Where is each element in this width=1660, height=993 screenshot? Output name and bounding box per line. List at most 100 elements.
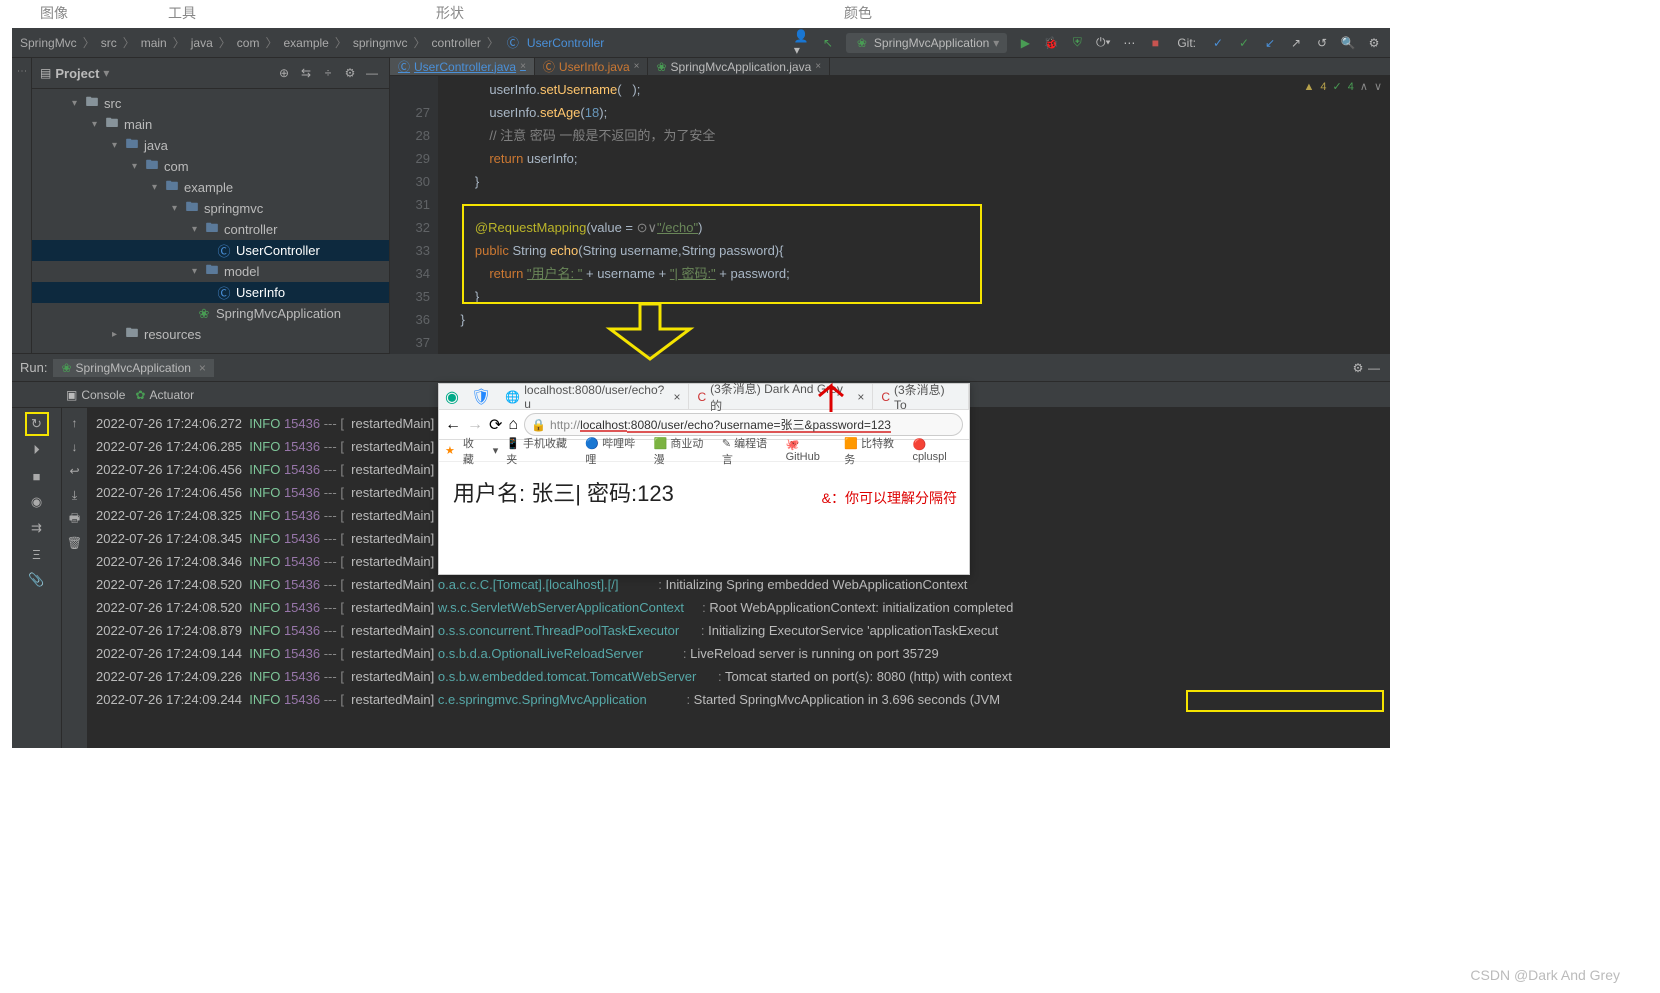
user-icon[interactable]: 👤▾ — [794, 35, 810, 51]
crumb-src[interactable]: src — [101, 36, 117, 50]
hammer-icon[interactable]: ↖ — [820, 35, 836, 51]
tree-model[interactable]: ▾🖿model — [32, 261, 389, 282]
print-icon[interactable]: 🖶 — [66, 510, 84, 528]
filter-icon[interactable]: Ξ — [27, 544, 47, 564]
gear-icon[interactable]: ⚙ — [341, 64, 359, 82]
tree-resources[interactable]: ▸🖿resources — [32, 324, 389, 345]
address-bar[interactable]: 🔒 http://localhost:8080/user/echo?userna… — [524, 413, 963, 436]
crumb-com[interactable]: com — [237, 36, 260, 50]
crumb-class[interactable]: UserController — [527, 36, 604, 50]
close-icon[interactable]: × — [815, 61, 821, 72]
tree-java[interactable]: ▾🖿java — [32, 135, 389, 156]
run-button[interactable]: ▶ — [1017, 35, 1033, 51]
warning-icon[interactable]: ▲ — [1304, 81, 1315, 93]
shield-icon[interactable]: 🛡 — [465, 387, 497, 407]
search-icon[interactable]: 🔍 — [1340, 35, 1356, 51]
close-icon[interactable]: × — [673, 390, 680, 404]
host-toolbar: 图像 工具 形状 颜色 — [0, 0, 1660, 26]
tree-springmvc[interactable]: ▾🖿springmvc — [32, 198, 389, 219]
collapse-icon[interactable]: ÷ — [319, 64, 337, 82]
vcs-update-icon[interactable]: ↙ — [1262, 35, 1278, 51]
vcs-commit-icon[interactable]: ✓ — [1210, 35, 1226, 51]
crumb-main[interactable]: main — [141, 36, 167, 50]
tree-userinfo[interactable]: ⒸUserInfo — [32, 282, 389, 303]
pin-icon[interactable]: 📎 — [27, 570, 47, 590]
forward-button[interactable]: → — [467, 416, 483, 434]
editor-tab-userinfo[interactable]: ⒸUserInfo.java× — [535, 58, 649, 75]
run-config-selector[interactable]: ❀ SpringMvcApplication ▾ — [846, 33, 1007, 53]
url-scheme: http:// — [550, 418, 580, 432]
browser-tab-3[interactable]: C(3条消息) To — [873, 384, 969, 409]
run-hide-icon[interactable]: — — [1366, 360, 1382, 376]
editor-body[interactable]: 272829 30313233 34353637 userInfo.setUse… — [390, 76, 1390, 354]
camera-icon[interactable]: ◉ — [27, 492, 47, 512]
dropdown-icon[interactable]: ▾ — [493, 444, 499, 457]
scroll-icon[interactable]: ⤓ — [66, 486, 84, 504]
host-menu-tool[interactable]: 工具 — [168, 3, 196, 23]
attach-button[interactable]: ⋯ — [1121, 35, 1137, 51]
run-attach-button[interactable]: ⏵ — [27, 440, 47, 460]
down-icon[interactable]: ↓ — [66, 438, 84, 456]
editor-tab-app[interactable]: ❀SpringMvcApplication.java× — [648, 58, 830, 75]
settings-icon[interactable]: ⚙ — [1366, 35, 1382, 51]
crumb-project[interactable]: SpringMvc — [20, 36, 77, 50]
close-icon[interactable]: × — [634, 61, 640, 72]
select-opened-icon[interactable]: ⊕ — [275, 64, 293, 82]
ok-icon[interactable]: ✓ — [1333, 80, 1342, 93]
browser-tab-1[interactable]: 🌐localhost:8080/user/echo?u× — [497, 384, 689, 409]
left-tool-gutter: ⋮ — [12, 58, 32, 353]
layout-icon[interactable]: ⇉ — [27, 518, 47, 538]
chevron-down-icon: ▾ — [993, 36, 999, 50]
profile-button[interactable]: ⏻▾ — [1095, 35, 1111, 51]
close-icon[interactable]: × — [199, 361, 206, 375]
vcs-push-icon[interactable]: ✓ — [1236, 35, 1252, 51]
up-icon[interactable]: ↑ — [66, 414, 84, 432]
hide-icon[interactable]: — — [363, 64, 381, 82]
tree-com[interactable]: ▾🖿com — [32, 156, 389, 177]
actuator-tab[interactable]: ✿Actuator — [135, 388, 194, 402]
host-menu-color[interactable]: 颜色 — [844, 3, 872, 23]
home-button[interactable]: ⌂ — [508, 416, 518, 434]
crumb-springmvc[interactable]: springmvc — [353, 36, 408, 50]
run-panel-tab[interactable]: ❀ SpringMvcApplication × — [53, 359, 213, 377]
back-button[interactable]: ← — [445, 416, 461, 434]
code-area[interactable]: userInfo.setUsername( ); userInfo.setAge… — [438, 76, 1390, 354]
tree-app[interactable]: ❀SpringMvcApplication — [32, 303, 389, 324]
crumb-example[interactable]: example — [283, 36, 328, 50]
next-highlight-icon[interactable]: ∨ — [1374, 80, 1382, 93]
close-icon[interactable]: × — [520, 61, 526, 72]
expand-all-icon[interactable]: ⇆ — [297, 64, 315, 82]
rerun-button[interactable]: ↻ — [27, 414, 47, 434]
prev-highlight-icon[interactable]: ∧ — [1360, 80, 1368, 93]
wrap-icon[interactable]: ↩ — [66, 462, 84, 480]
tree-src[interactable]: ▾🖿src — [32, 93, 389, 114]
stop-button[interactable]: ■ — [1147, 35, 1163, 51]
host-menu-shape[interactable]: 形状 — [436, 3, 464, 23]
project-tree[interactable]: ▾🖿src ▾🖿main ▾🖿java ▾🖿com ▾🖿example ▾🖿sp… — [32, 89, 389, 349]
crumb-java[interactable]: java — [191, 36, 213, 50]
debug-button[interactable]: 🐞 — [1043, 35, 1059, 51]
console-tab[interactable]: ▣Console — [66, 388, 125, 402]
tree-usercontroller[interactable]: ⒸUserController — [32, 240, 389, 261]
bookmark-item[interactable]: 🔴 cpluspl — [912, 438, 963, 463]
run-stop-button[interactable]: ■ — [27, 466, 47, 486]
spring-icon: ❀ — [61, 361, 71, 375]
vcs-rollback-icon[interactable]: ↺ — [1314, 35, 1330, 51]
commit-sidebar-icon[interactable]: ⋮ — [16, 66, 27, 76]
crumb-controller[interactable]: controller — [432, 36, 481, 50]
bookmark-item[interactable]: 🐙 GitHub — [786, 438, 837, 463]
editor-tab-usercontroller[interactable]: ⒸUserController.java× — [390, 58, 535, 75]
reload-button[interactable]: ⟳ — [489, 415, 502, 435]
coverage-button[interactable]: ⛨ — [1069, 35, 1085, 51]
host-menu-image[interactable]: 图像 — [40, 3, 68, 23]
run-panel-title: Run: — [20, 360, 47, 375]
chevron-down-icon[interactable]: ▾ — [103, 66, 109, 80]
star-icon[interactable]: ★ — [445, 444, 455, 457]
line-gutter[interactable]: 272829 30313233 34353637 — [390, 76, 438, 354]
tree-example[interactable]: ▾🖿example — [32, 177, 389, 198]
run-settings-icon[interactable]: ⚙ — [1350, 360, 1366, 376]
tree-main[interactable]: ▾🖿main — [32, 114, 389, 135]
vcs-history-icon[interactable]: ↗ — [1288, 35, 1304, 51]
trash-icon[interactable]: 🗑 — [66, 534, 84, 552]
tree-controller[interactable]: ▾🖿controller — [32, 219, 389, 240]
